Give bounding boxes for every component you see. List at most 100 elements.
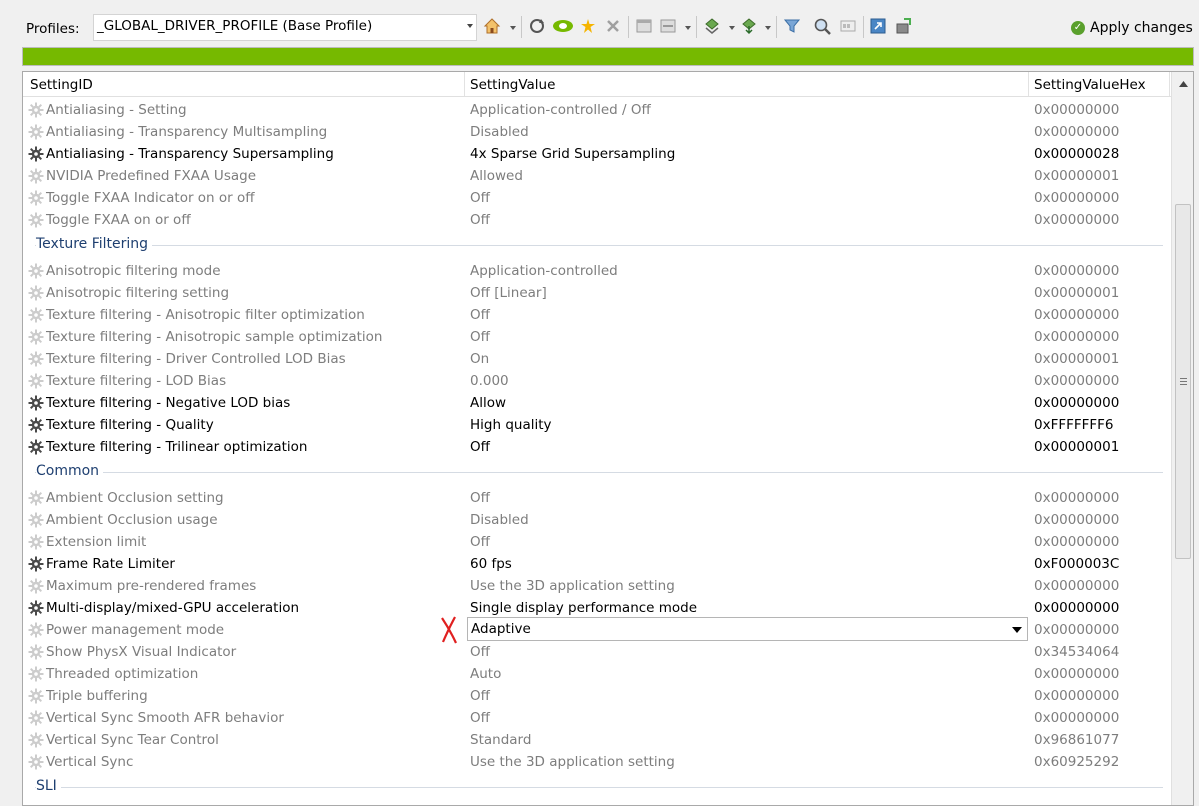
setting-value[interactable]: Off [470, 190, 490, 206]
setting-value[interactable]: Standard [470, 732, 531, 748]
setting-value[interactable]: Allow [470, 395, 506, 411]
progress-bar [22, 47, 1194, 66]
setting-value-hex: 0x00000000 [1034, 395, 1120, 411]
setting-id: Texture filtering - Quality [46, 417, 214, 433]
setting-value[interactable]: On [470, 351, 489, 367]
setting-value[interactable]: Off [470, 644, 490, 660]
setting-value-dropdown[interactable]: Adaptive [467, 617, 1028, 641]
setting-value[interactable]: Off [470, 490, 490, 506]
group-header[interactable]: SLI [23, 773, 1171, 799]
refresh-icon[interactable] [526, 15, 548, 37]
chevron-down-icon[interactable] [1012, 627, 1022, 633]
vertical-scrollbar[interactable] [1171, 72, 1193, 805]
import-icon[interactable] [738, 15, 760, 37]
nvidia-icon[interactable] [552, 15, 574, 37]
setting-row[interactable]: Frame Rate Limiter 60 fps 0xF000003C [23, 553, 1171, 575]
setting-id: Antialiasing - Transparency Multisamplin… [46, 124, 328, 140]
delete-icon[interactable] [602, 15, 624, 37]
create-shortcut-icon[interactable] [867, 15, 889, 37]
setting-row[interactable]: Texture filtering - Anisotropic sample o… [23, 326, 1171, 348]
setting-row[interactable]: Antialiasing - Transparency Supersamplin… [23, 143, 1171, 165]
setting-value[interactable]: Application-controlled [470, 263, 618, 279]
add-application-icon[interactable] [633, 15, 655, 37]
setting-row[interactable]: Ambient Occlusion setting Off 0x00000000 [23, 487, 1171, 509]
setting-row[interactable]: Texture filtering - LOD Bias 0.000 0x00000… [23, 370, 1171, 392]
setting-row[interactable]: Texture filtering - Anisotropic filter o… [23, 304, 1171, 326]
install-icon[interactable] [892, 15, 914, 37]
setting-value[interactable]: Use the 3D application setting [470, 578, 675, 594]
setting-row[interactable]: Antialiasing - Setting Application-contro… [23, 99, 1171, 121]
column-divider[interactable] [464, 72, 465, 96]
setting-value-hex: 0x00000000 [1034, 307, 1120, 323]
column-header-setting-id[interactable]: SettingID [30, 77, 93, 93]
setting-row[interactable]: Ambient Occlusion usage Disabled 0x0000000… [23, 509, 1171, 531]
setting-value[interactable]: 0.000 [470, 373, 509, 389]
setting-value[interactable]: Off [470, 329, 490, 345]
column-divider[interactable] [1028, 72, 1029, 96]
setting-row[interactable]: Texture filtering - Trilinear optimizati… [23, 436, 1171, 458]
setting-value[interactable]: Use the 3D application setting [470, 754, 675, 770]
setting-row[interactable]: Multi-display/mixed-GPU acceleration Sing… [23, 597, 1171, 619]
setting-row[interactable]: Anisotropic filtering mode Application-co… [23, 260, 1171, 282]
setting-value[interactable]: Off [470, 307, 490, 323]
setting-row[interactable]: Vertical Sync Smooth AFR behavior Off 0x00… [23, 707, 1171, 729]
setting-row[interactable]: Texture filtering - Driver Controlled LO… [23, 348, 1171, 370]
setting-value[interactable]: Auto [470, 666, 501, 682]
setting-row[interactable]: Antialiasing - Transparency Multisamplin… [23, 121, 1171, 143]
column-header-setting-value-hex[interactable]: SettingValueHex [1034, 77, 1146, 93]
export-dropdown-arrow[interactable] [729, 26, 735, 30]
new-profile-star-icon[interactable] [577, 15, 599, 37]
setting-value[interactable]: Single display performance mode [470, 600, 697, 616]
bit-value-editor-icon[interactable] [837, 15, 859, 37]
home-icon[interactable] [481, 15, 503, 37]
setting-row[interactable]: Texture filtering - Quality High quality 0… [23, 414, 1171, 436]
setting-value[interactable]: 4x Sparse Grid Supersampling [470, 146, 675, 162]
gear-icon [28, 732, 44, 748]
home-dropdown-arrow[interactable] [510, 26, 516, 30]
gear-icon [28, 146, 44, 162]
setting-row[interactable]: Toggle FXAA Indicator on or off Off 0x0000… [23, 187, 1171, 209]
gear-icon [28, 285, 44, 301]
setting-row[interactable]: Show PhysX Visual Indicator Off 0x34534064 [23, 641, 1171, 663]
setting-value[interactable]: Off [470, 212, 490, 228]
setting-row[interactable]: Threaded optimization Auto 0x00000000 [23, 663, 1171, 685]
application-list-icon[interactable] [657, 15, 679, 37]
scan-icon[interactable] [811, 15, 833, 37]
application-dropdown-arrow[interactable] [685, 26, 691, 30]
setting-row[interactable]: Anisotropic filtering setting Off [Linear… [23, 282, 1171, 304]
setting-row[interactable]: Triple buffering Off 0x00000000 [23, 685, 1171, 707]
setting-row[interactable]: Power management mode Adaptive 0x00000000 [23, 616, 1171, 644]
setting-value[interactable]: Off [470, 439, 490, 455]
setting-value[interactable]: Off [470, 534, 490, 550]
setting-value[interactable]: Disabled [470, 124, 529, 140]
export-icon[interactable] [701, 15, 723, 37]
setting-value[interactable]: Off [Linear] [470, 285, 547, 301]
group-header[interactable]: Texture Filtering [23, 231, 1171, 257]
group-divider-line [35, 472, 1163, 473]
grid-header: SettingID SettingValue SettingValueHex [23, 72, 1171, 97]
scrollbar-thumb[interactable] [1175, 204, 1191, 559]
setting-row[interactable]: Extension limit Off 0x00000000 [23, 531, 1171, 553]
scroll-up-arrow-icon[interactable] [1172, 72, 1193, 96]
setting-value[interactable]: Disabled [470, 512, 529, 528]
column-header-setting-value[interactable]: SettingValue [470, 77, 555, 93]
setting-value[interactable]: 60 fps [470, 556, 512, 572]
setting-row[interactable]: Texture filtering - Negative LOD bias All… [23, 392, 1171, 414]
import-dropdown-arrow[interactable] [765, 26, 771, 30]
setting-row[interactable]: Toggle FXAA on or off Off 0x00000000 [23, 209, 1171, 231]
setting-value-hex: 0x00000000 [1034, 534, 1120, 550]
apply-changes-button[interactable]: ✓ Apply changes [1066, 14, 1194, 41]
setting-value[interactable]: Off [470, 710, 490, 726]
setting-row[interactable]: Maximum pre-rendered frames Use the 3D ap… [23, 575, 1171, 597]
setting-row[interactable]: Vertical Sync Tear Control Standard 0x9686… [23, 729, 1171, 751]
setting-value[interactable]: Application-controlled / Off [470, 102, 651, 118]
setting-value[interactable]: High quality [470, 417, 552, 433]
group-header[interactable]: Common [23, 458, 1171, 484]
profile-select[interactable]: _GLOBAL_DRIVER_PROFILE (Base Profile) [93, 14, 477, 41]
setting-row[interactable]: NVIDIA Predefined FXAA Usage Allowed 0x000… [23, 165, 1171, 187]
setting-value[interactable]: Allowed [470, 168, 523, 184]
setting-value[interactable]: Off [470, 688, 490, 704]
filter-icon[interactable] [781, 15, 803, 37]
group-title: Texture Filtering [36, 236, 153, 252]
setting-row[interactable]: Vertical Sync Use the 3D application sett… [23, 751, 1171, 773]
